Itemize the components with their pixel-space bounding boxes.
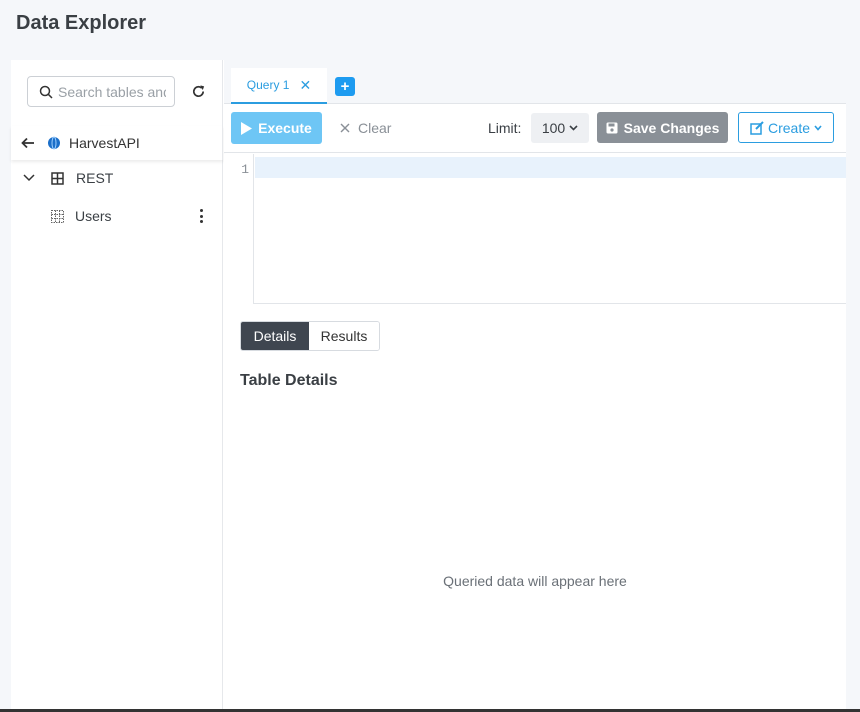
sql-editor[interactable]: 1 [224, 154, 846, 304]
page-title: Data Explorer [16, 12, 147, 34]
add-tab-button[interactable]: + [335, 77, 355, 96]
search-input[interactable] [58, 83, 166, 100]
more-options-icon[interactable] [195, 207, 207, 225]
chevron-down-icon [569, 125, 578, 131]
create-label: Create [767, 119, 811, 136]
editor-gutter: 1 [224, 154, 254, 304]
tree-item-label: REST [76, 170, 114, 186]
close-icon [340, 123, 350, 133]
tab-query-1[interactable]: Query 1 ✕ [231, 68, 327, 104]
table-details-title: Table Details [240, 372, 338, 389]
save-label: Save Changes [623, 119, 720, 136]
line-number: 1 [241, 162, 249, 177]
search-icon [34, 85, 58, 99]
datasource-icon [47, 136, 61, 150]
tab-results[interactable]: Results [309, 322, 379, 350]
limit-value: 100 [541, 120, 566, 136]
edit-icon [750, 120, 764, 135]
save-icon [606, 122, 618, 133]
chevron-down-icon[interactable] [23, 174, 39, 182]
sidebar: HarvestAPI REST Users [11, 60, 223, 712]
chevron-down-icon [814, 124, 822, 131]
clear-button[interactable]: Clear [340, 112, 391, 144]
back-arrow-icon[interactable] [21, 137, 41, 149]
tree-item-users[interactable]: Users [11, 201, 223, 231]
query-workspace: Query 1 ✕ + Execute Clear Limit: 100 Sav… [224, 60, 846, 712]
limit-select[interactable]: 100 [531, 113, 589, 143]
datasource-row[interactable]: HarvestAPI [11, 126, 223, 160]
execute-button[interactable]: Execute [231, 112, 322, 144]
create-button[interactable]: Create [738, 112, 834, 143]
close-icon[interactable]: ✕ [299, 78, 311, 92]
refresh-icon[interactable] [187, 80, 209, 102]
search-box[interactable] [27, 76, 175, 107]
datasource-label: HarvestAPI [69, 135, 140, 151]
save-changes-button[interactable]: Save Changes [597, 112, 728, 143]
empty-state-message: Queried data will appear here [443, 573, 627, 589]
active-line[interactable] [255, 157, 846, 178]
tab-details[interactable]: Details [241, 322, 309, 350]
query-toolbar: Execute Clear Limit: 100 Save Changes Cr… [224, 105, 846, 153]
query-tab-bar: Query 1 ✕ + [224, 60, 846, 104]
execute-label: Execute [258, 120, 312, 136]
tree-item-rest[interactable]: REST [11, 163, 223, 193]
table-icon [51, 209, 64, 223]
tab-label: Query 1 [246, 78, 290, 92]
play-icon [241, 121, 253, 135]
result-tabs: Details Results [240, 321, 380, 351]
main-panel: HarvestAPI REST Users [11, 60, 846, 712]
tree-item-label: Users [75, 208, 112, 224]
schema-grid-icon [51, 171, 64, 185]
clear-label: Clear [358, 120, 392, 136]
limit-label: Limit: [488, 120, 522, 136]
results-area: Details Results Table Details Queried da… [224, 305, 846, 712]
